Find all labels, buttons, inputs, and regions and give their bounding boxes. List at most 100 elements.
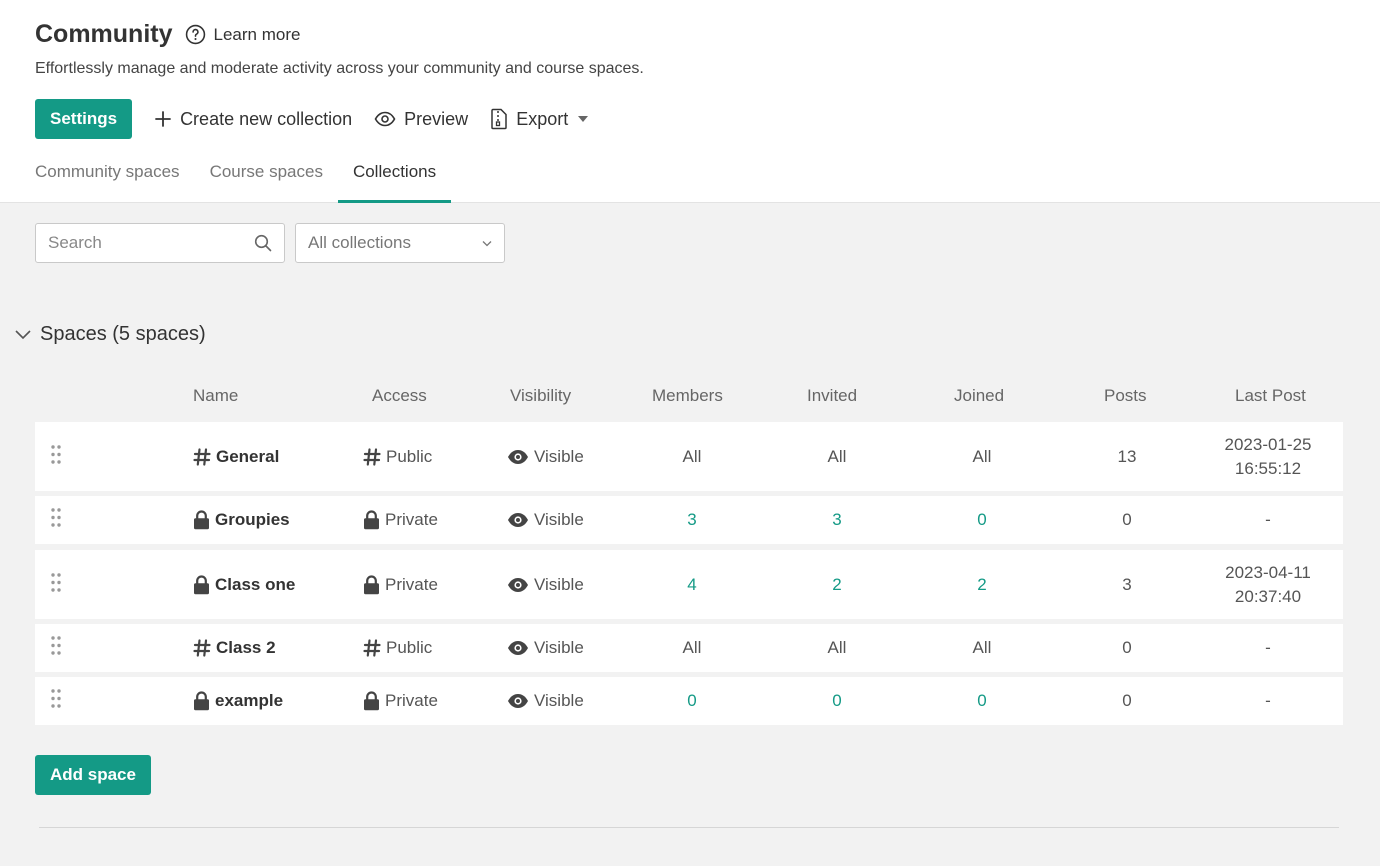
chevron-down-icon xyxy=(15,329,31,339)
create-collection-label: Create new collection xyxy=(180,108,353,129)
table-row[interactable]: Class one Private Visible 4 2 2 3 2023-04-1… xyxy=(35,550,1343,619)
lock-icon xyxy=(363,510,380,530)
visibility-cell: Visible xyxy=(507,510,584,530)
zip-file-icon xyxy=(491,108,507,130)
tab-collections[interactable]: Collections xyxy=(337,150,452,203)
tab-bar: Community spaces Course spaces Collectio… xyxy=(20,150,452,203)
members-cell[interactable]: 3 xyxy=(652,510,732,530)
table-row[interactable]: Groupies Private Visible 3 3 0 0 - xyxy=(35,496,1343,544)
toolbar: Settings Create new collection Preview E… xyxy=(35,99,589,139)
title-row: Community Learn more xyxy=(35,20,300,49)
drag-handle-icon[interactable] xyxy=(51,444,61,469)
search-input[interactable] xyxy=(48,233,238,253)
search-icon[interactable] xyxy=(254,234,272,252)
eye-icon xyxy=(507,577,529,593)
visibility-label: Visible xyxy=(534,446,584,466)
section-title: Spaces (5 spaces) xyxy=(40,323,206,345)
visibility-cell: Visible xyxy=(507,447,584,467)
lock-icon xyxy=(363,691,380,711)
space-name[interactable]: Groupies xyxy=(193,510,290,530)
space-name-label: General xyxy=(216,446,280,466)
collection-select[interactable]: All collections xyxy=(295,223,505,263)
members-cell: All xyxy=(682,446,702,466)
members-cell[interactable]: 4 xyxy=(652,575,732,595)
posts-cell: 13 xyxy=(1117,446,1137,466)
export-dropdown[interactable]: Export xyxy=(490,108,589,130)
space-name[interactable]: example xyxy=(193,691,283,711)
access-cell: Private xyxy=(363,575,438,595)
column-header-members: Members xyxy=(652,386,723,405)
last-post-cell: - xyxy=(1208,689,1328,713)
drag-handle-icon[interactable] xyxy=(51,508,61,533)
preview-label: Preview xyxy=(404,108,469,129)
visibility-label: Visible xyxy=(534,638,584,657)
last-post-date: 2023-01-25 xyxy=(1224,434,1312,454)
space-name-label: Groupies xyxy=(215,510,290,529)
spaces-section-toggle[interactable]: Spaces (5 spaces) xyxy=(14,323,206,346)
preview-button[interactable]: Preview xyxy=(374,109,468,130)
drag-handle-icon[interactable] xyxy=(51,572,61,597)
table-row[interactable]: example Private Visible 0 0 0 0 - xyxy=(35,677,1343,725)
column-header-last-post: Last Post xyxy=(1235,386,1306,405)
joined-cell[interactable]: 0 xyxy=(942,510,1022,530)
column-header-posts: Posts xyxy=(1104,386,1147,405)
tab-course-spaces[interactable]: Course spaces xyxy=(195,150,338,203)
plus-icon xyxy=(155,111,171,127)
settings-button[interactable]: Settings xyxy=(35,99,133,139)
space-name[interactable]: Class 2 xyxy=(193,638,276,658)
access-cell: Public xyxy=(363,447,432,467)
filter-bar: All collections xyxy=(35,223,505,263)
last-post-cell: - xyxy=(1208,636,1328,660)
space-name-label: example xyxy=(215,691,284,710)
posts-cell: 3 xyxy=(1122,574,1132,594)
table-row[interactable]: Class 2 Public Visible All All All 0 - xyxy=(35,624,1343,672)
hash-icon xyxy=(193,639,211,657)
column-header-name: Name xyxy=(193,386,239,405)
invited-cell[interactable]: 3 xyxy=(797,510,877,530)
collection-select-value: All collections xyxy=(308,233,411,252)
visibility-label: Visible xyxy=(534,691,584,710)
invited-cell[interactable]: 2 xyxy=(797,575,877,595)
last-post-cell: 2023-04-11 20:37:40 xyxy=(1208,561,1328,609)
members-cell[interactable]: 0 xyxy=(652,691,732,711)
joined-cell[interactable]: 2 xyxy=(942,575,1022,595)
page-header: Community Learn more Effortlessly manage… xyxy=(0,0,1380,203)
hash-icon xyxy=(363,639,381,657)
lock-icon xyxy=(193,574,210,595)
table-row[interactable]: General Public Visible All All All 13 2023-… xyxy=(35,422,1343,491)
drag-handle-icon[interactable] xyxy=(51,689,61,714)
posts-cell: 0 xyxy=(1122,638,1132,657)
eye-icon xyxy=(374,111,396,127)
last-post-date: - xyxy=(1265,691,1271,710)
joined-cell[interactable]: 0 xyxy=(942,691,1022,711)
drag-handle-icon[interactable] xyxy=(51,636,61,661)
column-header-access: Access xyxy=(372,386,427,405)
space-name-label: Class one xyxy=(215,574,296,594)
eye-icon xyxy=(507,640,529,656)
access-label: Public xyxy=(386,446,433,466)
eye-icon xyxy=(507,512,529,528)
joined-cell: All xyxy=(972,446,992,466)
column-header-joined: Joined xyxy=(954,386,1005,405)
table-header: Name Access Visibility Members Invited J… xyxy=(35,386,1343,408)
space-name[interactable]: General xyxy=(193,447,279,467)
tab-community-spaces[interactable]: Community spaces xyxy=(20,150,195,203)
lock-icon xyxy=(363,574,380,595)
learn-more-label: Learn more xyxy=(213,24,301,44)
access-label: Private xyxy=(385,574,438,594)
create-collection-button[interactable]: Create new collection xyxy=(154,109,352,130)
eye-icon xyxy=(507,693,529,709)
lock-icon xyxy=(193,510,210,530)
invited-cell[interactable]: 0 xyxy=(797,691,877,711)
access-cell: Private xyxy=(363,510,438,530)
column-header-visibility: Visibility xyxy=(510,386,572,405)
access-label: Private xyxy=(385,691,438,710)
divider xyxy=(39,827,1339,828)
learn-more-link[interactable]: Learn more xyxy=(185,24,301,45)
last-post-time: 20:37:40 xyxy=(1234,586,1302,606)
space-name[interactable]: Class one xyxy=(193,575,295,595)
add-space-button[interactable]: Add space xyxy=(35,755,151,795)
hash-icon xyxy=(193,447,211,466)
last-post-time: 16:55:12 xyxy=(1234,458,1302,478)
lock-icon xyxy=(193,691,210,711)
